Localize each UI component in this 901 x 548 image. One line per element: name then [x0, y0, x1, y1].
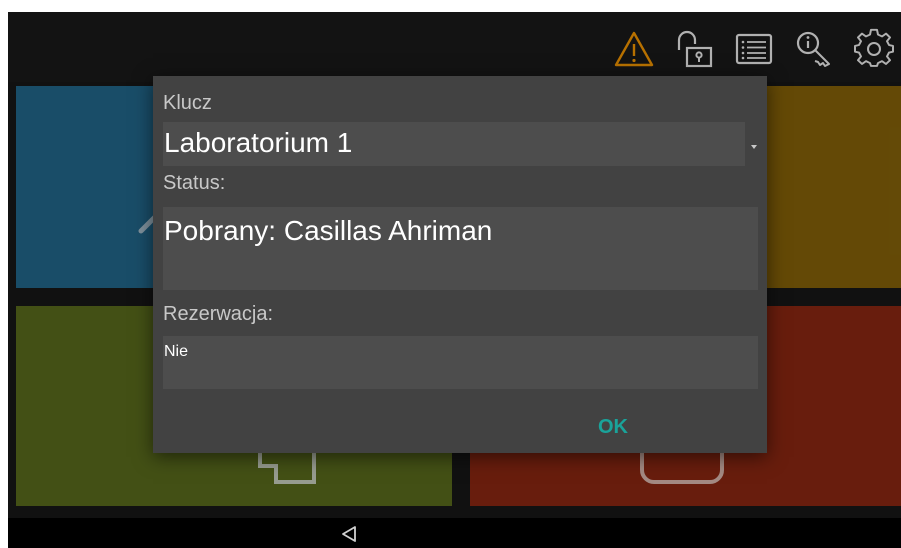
reservation-label: Rezerwacja: [163, 303, 274, 325]
system-nav-bar [8, 518, 901, 548]
status-field[interactable]: Pobrany: Casillas Ahriman [163, 207, 758, 290]
dropdown-arrow-icon [751, 145, 757, 149]
back-triangle-icon[interactable] [339, 525, 359, 543]
status-label: Status: [163, 172, 226, 194]
reservation-field[interactable]: Nie [163, 336, 758, 389]
key-label: Klucz [163, 92, 212, 114]
key-status-dialog: Klucz Laboratorium 1 Status: Pobrany: Ca… [153, 76, 767, 453]
reservation-value: Nie [164, 343, 189, 360]
ok-button[interactable]: OK [578, 409, 648, 445]
key-dropdown-value: Laboratorium 1 [164, 127, 353, 158]
status-value: Pobrany: Casillas Ahriman [164, 215, 493, 246]
key-dropdown[interactable]: Laboratorium 1 [163, 122, 757, 166]
app-screen: Klucz Laboratorium 1 Status: Pobrany: Ca… [8, 12, 901, 548]
